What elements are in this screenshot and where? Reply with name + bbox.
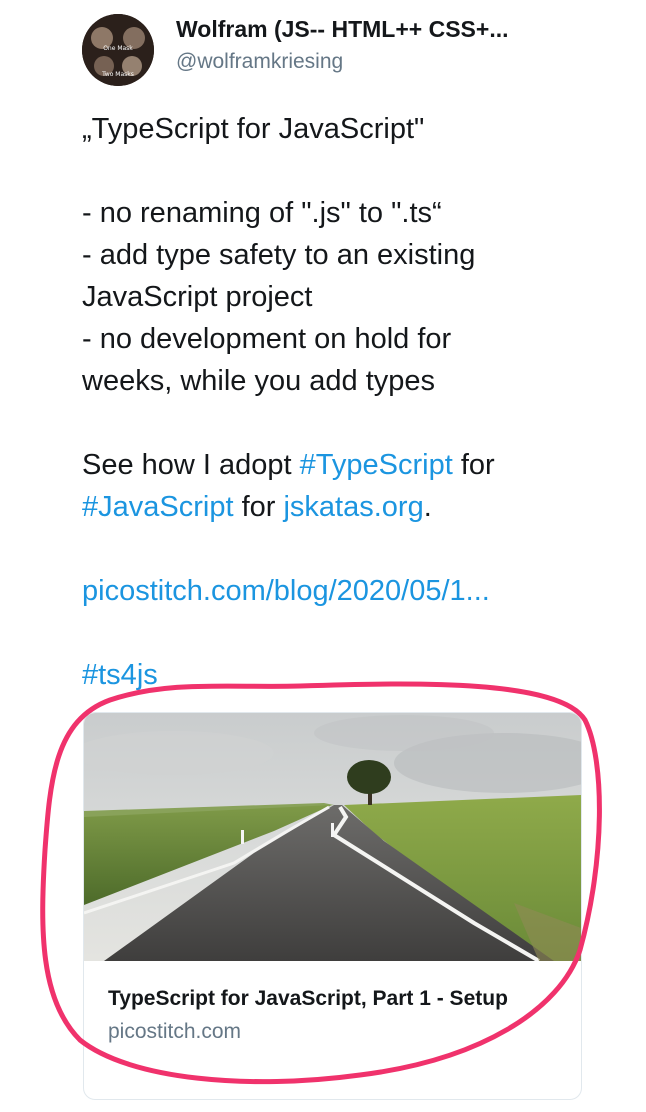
hashtag-ts4js-link[interactable]: #ts4js	[82, 659, 158, 691]
author-avatar[interactable]: One Mask Two Masks	[82, 14, 154, 86]
tweet-text: „TypeScript for JavaScript" - no renamin…	[82, 108, 622, 696]
card-domain: picostitch.com	[108, 1020, 242, 1043]
author-name[interactable]: Wolfram (JS-- HTML++ CSS+...	[176, 16, 509, 43]
hashtag-javascript-link[interactable]: #JavaScript	[82, 491, 234, 523]
card-title[interactable]: TypeScript for JavaScript, Part 1 - Setu…	[108, 983, 538, 1014]
tweet-line: JavaScript project	[82, 281, 313, 313]
tweet-line: #JavaScript for jskatas.org.	[82, 486, 622, 528]
link-preview-card[interactable]: TypeScript for JavaScript, Part 1 - Setu…	[83, 712, 582, 1100]
tweet-line: - add type safety to an existing	[82, 239, 476, 271]
avatar-text-two: Two Masks	[101, 71, 134, 78]
author-handle[interactable]: @wolframkriesing	[176, 50, 343, 74]
blog-link[interactable]: picostitch.com/blog/2020/05/1...	[82, 575, 490, 607]
tweet-text-segment: .	[423, 491, 432, 523]
tweet-line: „TypeScript for JavaScript"	[82, 113, 425, 145]
tweet-text-segment: for	[233, 491, 284, 523]
tweet-line: - no development on hold for	[82, 323, 452, 355]
tweet-line: weeks, while you add types	[82, 365, 436, 397]
avatar-text-one: One Mask	[103, 45, 133, 52]
tweet-text-segment: for	[452, 449, 495, 481]
tweet-line: See how I adopt #TypeScript for	[82, 444, 622, 486]
avatar-image: One Mask Two Masks	[82, 14, 154, 86]
card-image-road	[84, 713, 581, 961]
tweet-line: - no renaming of ".js" to ".ts“	[82, 197, 442, 229]
jskatas-link[interactable]: jskatas.org	[283, 491, 423, 523]
tweet-text-segment: See how I adopt	[82, 449, 300, 481]
hashtag-typescript-link[interactable]: #TypeScript	[300, 449, 453, 481]
